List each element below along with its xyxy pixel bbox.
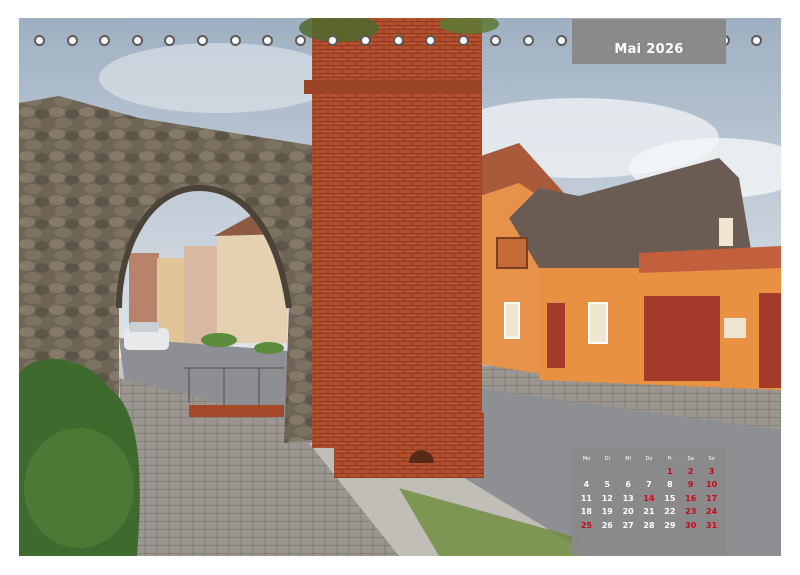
calendar-day: 10 (706, 480, 718, 489)
calendar-day: 15 (664, 493, 676, 503)
calendar-day-empty (597, 467, 618, 477)
calendar-day: 20 (622, 507, 634, 516)
binding-ring (457, 35, 469, 46)
calendar-day: 1 (667, 466, 673, 476)
weekday-label: Mo (582, 456, 591, 462)
calendar-day-empty (576, 467, 597, 477)
binding-ring (197, 35, 208, 46)
calendar-day: 25 (580, 520, 592, 530)
calendar-day: 31 (706, 520, 718, 530)
month-calendar-grid: Mo Di Mi Do Fr Sa So 1 2 3 4 5 6 7 8 9 10 11 12 13 14 15 16 17 1… (572, 447, 726, 555)
calendar-day: 11 (580, 493, 592, 503)
calendar-day: 18 (580, 507, 592, 516)
calendar-day: 24 (706, 507, 718, 516)
calendar-day: 30 (685, 520, 697, 530)
calendar-day: 27 (622, 520, 634, 530)
calendar-day: 17 (706, 493, 718, 503)
weekday-label: Di (604, 456, 610, 462)
binding-ring (294, 35, 306, 46)
weekday-label: Mi (625, 456, 631, 462)
calendar-day: 29 (664, 520, 676, 530)
calendar-day: 9 (687, 480, 694, 489)
month-header: Mai 2026 (572, 19, 726, 64)
weekday-label: Do (645, 456, 653, 462)
calendar-day: 26 (601, 520, 613, 530)
binding-ring (66, 35, 78, 46)
calendar-days: Mo Di Mi Do Fr Sa So 1 2 3 4 5 6 7 8 9 10 11 12 13 14 15 16 17 1… (576, 455, 722, 531)
calendar-day: 19 (601, 507, 613, 516)
month-label: Mai 2026 (614, 42, 684, 57)
calendar-day: 22 (664, 507, 676, 516)
binding-ring (360, 35, 371, 46)
calendar-day-empty (639, 467, 660, 477)
calendar-day: 21 (643, 507, 655, 516)
weekday-label: Fr (667, 456, 673, 462)
calendar-day-empty (618, 467, 639, 477)
calendar-day: 8 (667, 480, 673, 489)
weekday-label: So (708, 456, 715, 462)
binding-ring (523, 35, 534, 46)
calendar-day: 28 (643, 520, 655, 530)
calendar-day: 7 (646, 480, 652, 489)
calendar-day: 4 (583, 480, 590, 489)
calendar-day: 6 (625, 480, 631, 489)
weekday-label: Sa (687, 456, 694, 462)
calendar-day: 13 (622, 493, 634, 503)
binding-ring (229, 35, 241, 46)
calendar-day: 14 (643, 493, 655, 503)
calendar-day: 23 (685, 507, 697, 516)
binding-ring (392, 35, 404, 46)
calendar-day: 3 (708, 466, 715, 476)
calendar-day: 5 (604, 480, 611, 489)
calendar-day: 2 (687, 466, 694, 476)
binding-ring (555, 35, 567, 46)
binding-ring (131, 35, 143, 46)
calendar-day: 12 (601, 493, 613, 503)
calendar-day: 16 (685, 493, 697, 503)
binding-ring (34, 35, 45, 46)
